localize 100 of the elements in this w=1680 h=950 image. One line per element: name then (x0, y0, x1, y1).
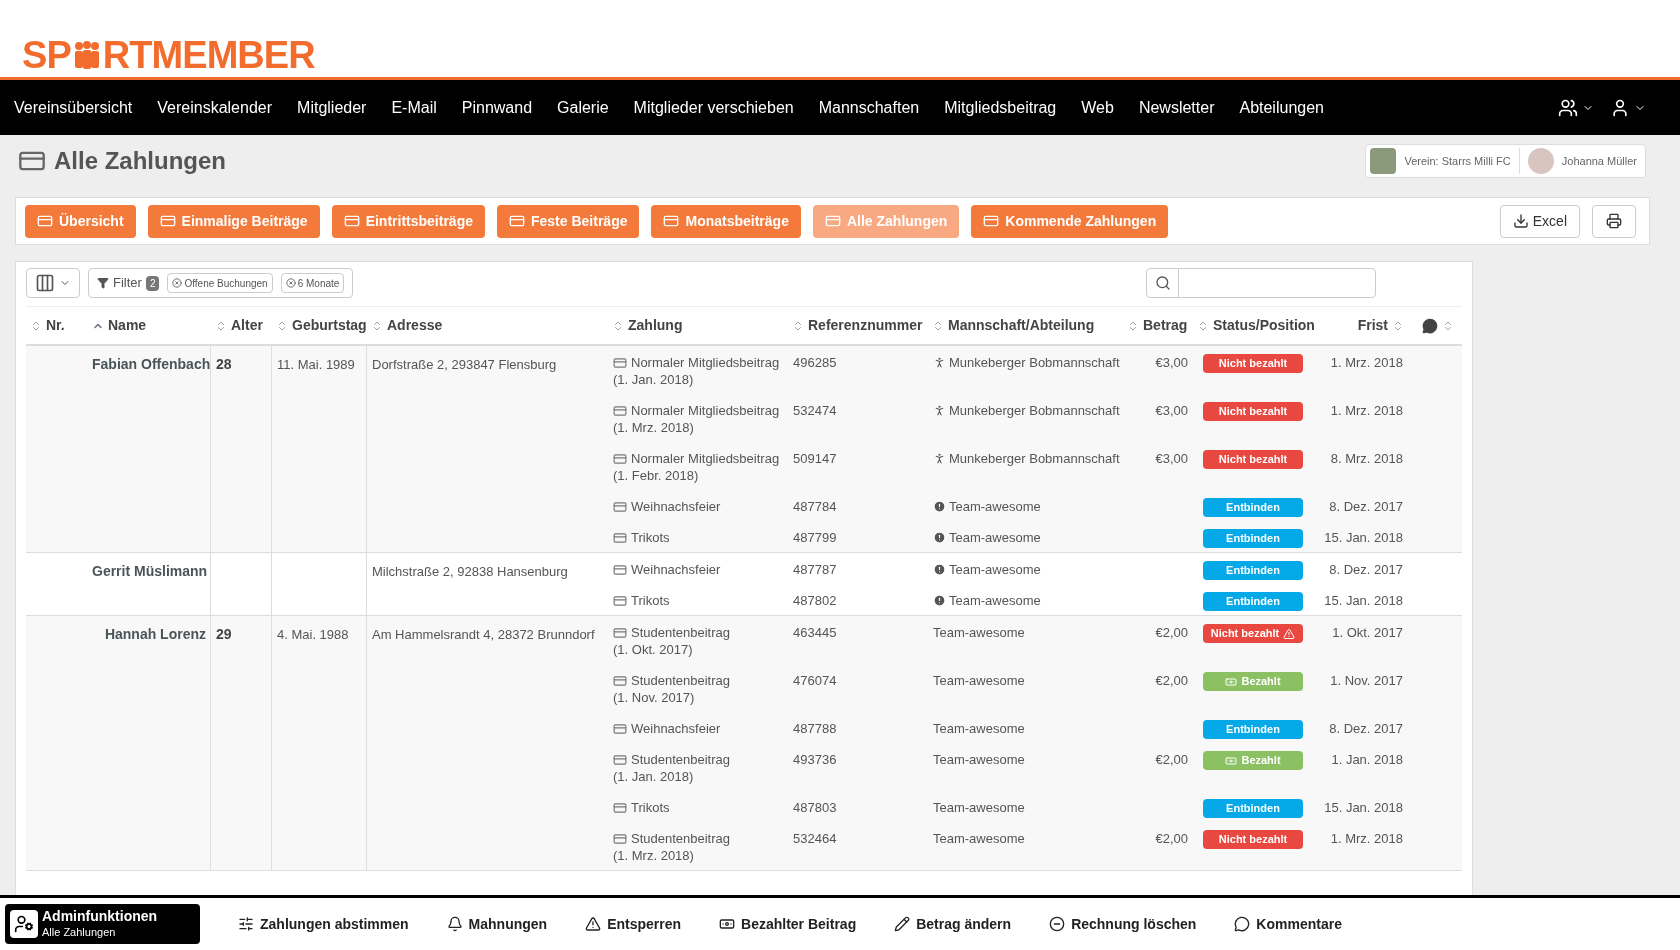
filter-chip[interactable]: 6 Monate (280, 273, 345, 293)
user-icon (1610, 97, 1630, 118)
team-name: Team-awesome (933, 672, 1025, 689)
column-header[interactable]: Zahlung (608, 315, 788, 336)
member-name[interactable]: Hannah Lorenz (104, 626, 206, 642)
admin-action-button[interactable]: Entsperren (585, 913, 682, 935)
column-header[interactable]: Nr. (26, 315, 88, 336)
club-menu-button[interactable] (1558, 97, 1594, 118)
due-date: 8. Dez. 2017 (1329, 562, 1403, 577)
admin-action-button[interactable]: Kommentare (1234, 913, 1342, 935)
admin-action-button[interactable]: Bezahlter Beitrag (719, 913, 857, 935)
nav-link[interactable]: Newsletter (1138, 95, 1215, 120)
card-icon (824, 213, 841, 229)
payment-cell: Weihnachsfeier (613, 561, 783, 578)
column-header[interactable]: Status/Position (1193, 315, 1318, 336)
search-field[interactable] (1146, 268, 1376, 298)
sort-icon (215, 319, 227, 332)
admin-functions-button[interactable]: Adminfunktionen Alle Zahlungen (5, 904, 200, 944)
column-header[interactable]: Betrag (1123, 315, 1193, 336)
payment-period: (1. Jan. 2018) (613, 768, 695, 785)
amount-cell: €2,00 (1155, 625, 1188, 640)
action-icon (1234, 916, 1251, 932)
filter-button[interactable]: Filter 2 (97, 273, 160, 293)
action-icon (894, 916, 911, 932)
amount-cell: €2,00 (1155, 673, 1188, 688)
nav-link[interactable]: Vereinskalender (157, 95, 273, 120)
club-label[interactable]: Verein: Starrs Milli FC (1404, 152, 1511, 170)
payment-cell: Studentenbeitrag (613, 672, 783, 689)
due-date: 15. Jan. 2018 (1324, 593, 1403, 608)
admin-subtitle: Alle Zahlungen (42, 925, 116, 940)
user-menu-button[interactable] (1610, 97, 1646, 118)
sort-icon (371, 319, 383, 332)
nav-link[interactable]: Mitgliedsbeitrag (944, 95, 1057, 120)
column-header[interactable]: Adresse (367, 315, 608, 336)
nav-link[interactable]: Mannschaften (818, 95, 920, 120)
due-date: 1. Nov. 2017 (1330, 673, 1403, 688)
member-name[interactable]: Fabian Offenbach (92, 356, 211, 372)
column-header[interactable]: Referenznummer (788, 315, 928, 336)
status-badge[interactable]: Nicht bezahlt (1203, 450, 1303, 469)
team-name: Team-awesome (949, 592, 1041, 609)
payment-cell: Studentenbeitrag (613, 751, 783, 768)
column-header[interactable]: Alter (211, 315, 272, 336)
excel-export-button[interactable]: Excel (1499, 204, 1580, 238)
nav-link[interactable]: Vereinsübersicht (14, 95, 133, 120)
status-badge[interactable]: Nicht bezahlt (1203, 354, 1303, 373)
payment-cell: Studentenbeitrag (613, 624, 783, 641)
due-date: 1. Mrz. 2018 (1330, 831, 1403, 846)
due-date: 8. Dez. 2017 (1329, 721, 1403, 736)
column-toggle-button[interactable] (26, 268, 80, 298)
reference-number: 487799 (793, 530, 837, 545)
column-header[interactable]: Geburtstag (272, 315, 367, 336)
print-button[interactable] (1592, 204, 1636, 238)
status-badge[interactable]: Nicht bezahlt (1203, 830, 1303, 849)
sort-icon (932, 319, 944, 332)
card-icon (613, 832, 627, 846)
team-name: Team-awesome (933, 830, 1025, 847)
sort-icon (1392, 319, 1404, 332)
payment-period: (1. Nov. 2017) (613, 689, 696, 706)
team-name: Munkeberger Bobmannschaft (949, 402, 1120, 419)
card-icon (613, 452, 627, 466)
action-icon (585, 916, 602, 932)
team-name: Team-awesome (933, 624, 1025, 641)
admin-action-button[interactable]: Rechnung löschen (1049, 913, 1197, 935)
nav-link[interactable]: E-Mail (391, 95, 437, 120)
team-name: Team-awesome (949, 561, 1041, 578)
birthday-cell: 4. Mai. 1988 (277, 627, 349, 642)
column-header[interactable]: Frist (1318, 315, 1408, 336)
user-name[interactable]: Johanna Müller (1561, 152, 1641, 170)
nav-link[interactable]: Mitglieder (297, 95, 367, 120)
payment-cell: Weihnachsfeier (613, 720, 783, 737)
card-icon (613, 563, 627, 577)
payment-period: (1. Jan. 2018) (613, 371, 695, 388)
admin-action-button[interactable]: Betrag ändern (894, 913, 1012, 935)
status-badge[interactable]: Nicht bezahlt (1203, 624, 1303, 643)
filter-chip[interactable]: Offene Buchungen (167, 273, 273, 293)
nav-link[interactable]: Abteilungen (1239, 95, 1324, 120)
remove-icon (172, 278, 183, 288)
reference-number: 496285 (793, 355, 837, 370)
column-header[interactable]: Name (88, 315, 211, 336)
card-icon (159, 213, 176, 229)
alert-icon (933, 500, 946, 513)
reference-number: 476074 (793, 673, 837, 688)
nav-link[interactable]: Pinnwand (461, 95, 533, 120)
payment-period: (1. Febr. 2018) (613, 467, 700, 484)
nav-link[interactable]: Galerie (557, 95, 609, 120)
reference-number: 487802 (793, 593, 837, 608)
group-icon (1558, 97, 1578, 118)
due-date: 1. Okt. 2017 (1332, 625, 1403, 640)
status-badge[interactable]: Nicht bezahlt (1203, 402, 1303, 421)
member-name[interactable]: Gerrit Müslimann (92, 563, 208, 579)
age-cell: 29 (216, 626, 232, 642)
nav-link[interactable]: Mitglieder verschieben (633, 95, 794, 120)
admin-action-button[interactable]: Zahlungen abstimmen (238, 913, 409, 935)
card-icon (613, 531, 627, 545)
photo-placeholder (1370, 148, 1397, 174)
filter-icon (97, 277, 109, 289)
column-header[interactable]: Mannschaft/Abteilung (928, 315, 1123, 336)
admin-action-button[interactable]: Mahnungen (446, 913, 548, 935)
nav-link[interactable]: Web (1081, 95, 1114, 120)
avatar (1527, 148, 1554, 174)
